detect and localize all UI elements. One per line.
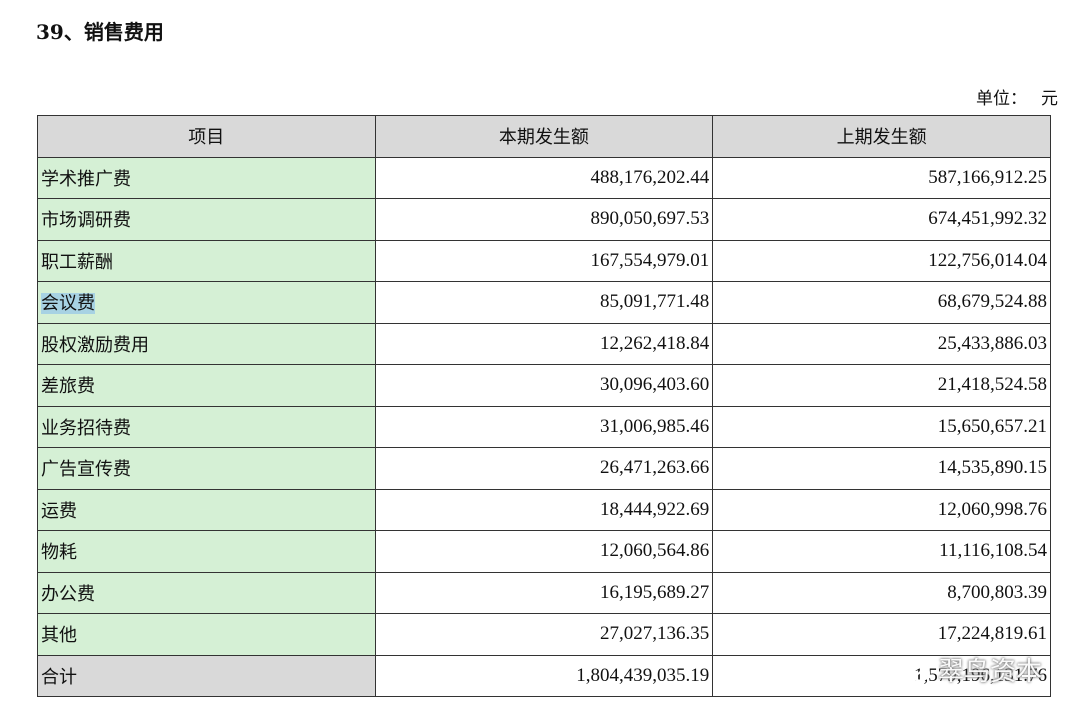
row-item: 运费	[37, 488, 376, 531]
row-current: 890,050,697.53	[374, 198, 714, 241]
table-row: 其他 27,027,136.35 17,224,819.61	[37, 613, 1051, 656]
table-row: 股权激励费用 12,262,418.84 25,433,886.03	[37, 322, 1051, 365]
table-row: 业务招待费 31,006,985.46 15,650,657.21	[37, 405, 1051, 448]
table-row: 学术推广费 488,176,202.44 587,166,912.25	[37, 156, 1051, 199]
header-previous: 上期发生额	[712, 115, 1051, 158]
row-item: 广告宣传费	[37, 447, 376, 490]
row-item: 职工薪酬	[37, 239, 376, 282]
selected-text[interactable]: 会议费	[41, 293, 95, 315]
table-row: 市场调研费 890,050,697.53 674,451,992.32	[37, 198, 1051, 241]
table-row: 差旅费 30,096,403.60 21,418,524.58	[37, 364, 1051, 407]
header-item: 项目	[37, 115, 376, 158]
table-row: 运费 18,444,922.69 12,060,998.76	[37, 488, 1051, 531]
sales-expense-table: 项目 本期发生额 上期发生额 学术推广费 488,176,202.44 587,…	[37, 115, 1051, 697]
row-current: 167,554,979.01	[374, 239, 714, 282]
row-item: 办公费	[37, 571, 376, 614]
table-row: 办公费 16,195,689.27 8,700,803.39	[37, 571, 1051, 614]
table-header-row: 项目 本期发生额 上期发生额	[37, 115, 1051, 158]
unit-label: 单位： 元	[976, 84, 1058, 109]
row-current: 488,176,202.44	[374, 156, 714, 199]
row-previous: 122,756,014.04	[712, 239, 1051, 282]
row-item: 股权激励费用	[37, 322, 376, 365]
table-row: 广告宣传费 26,471,263.66 14,535,890.15	[37, 447, 1051, 490]
row-item: 物耗	[37, 530, 376, 573]
total-row: 合计 1,804,439,035.19 1,579,196,131.76	[37, 654, 1051, 697]
table-row: 会议费 85,091,771.48 68,679,524.88	[37, 281, 1051, 324]
table-row: 职工薪酬 167,554,979.01 122,756,014.04	[37, 239, 1051, 282]
row-previous: 68,679,524.88	[712, 281, 1051, 324]
row-item: 业务招待费	[37, 405, 376, 448]
table-row: 物耗 12,060,564.86 11,116,108.54	[37, 530, 1051, 573]
row-item: 市场调研费	[37, 198, 376, 241]
total-previous: 1,579,196,131.76	[712, 654, 1051, 697]
total-label: 合计	[37, 654, 376, 697]
row-current: 12,262,418.84	[374, 322, 714, 365]
row-previous: 25,433,886.03	[712, 322, 1051, 365]
unit-value: 元	[1041, 89, 1058, 109]
row-current: 85,091,771.48	[374, 281, 714, 324]
row-previous: 12,060,998.76	[712, 488, 1051, 531]
header-current: 本期发生额	[374, 115, 714, 158]
row-current: 31,006,985.46	[374, 405, 714, 448]
unit-caption: 单位：	[976, 89, 1027, 109]
row-item-cell: 会议费	[37, 281, 376, 324]
row-current: 18,444,922.69	[374, 488, 714, 531]
total-current: 1,804,439,035.19	[374, 654, 714, 697]
row-current: 26,471,263.66	[374, 447, 714, 490]
row-item: 学术推广费	[37, 156, 376, 199]
row-previous: 14,535,890.15	[712, 447, 1051, 490]
row-previous: 587,166,912.25	[712, 156, 1051, 199]
row-current: 30,096,403.60	[374, 364, 714, 407]
row-previous: 17,224,819.61	[712, 613, 1051, 656]
row-current: 27,027,136.35	[374, 613, 714, 656]
row-previous: 11,116,108.54	[712, 530, 1051, 573]
row-current: 12,060,564.86	[374, 530, 714, 573]
row-previous: 21,418,524.58	[712, 364, 1051, 407]
row-previous: 674,451,992.32	[712, 198, 1051, 241]
row-previous: 15,650,657.21	[712, 405, 1051, 448]
row-item: 差旅费	[37, 364, 376, 407]
row-previous: 8,700,803.39	[712, 571, 1051, 614]
section-heading: 39、销售费用	[36, 20, 164, 44]
row-current: 16,195,689.27	[374, 571, 714, 614]
row-item: 其他	[37, 613, 376, 656]
